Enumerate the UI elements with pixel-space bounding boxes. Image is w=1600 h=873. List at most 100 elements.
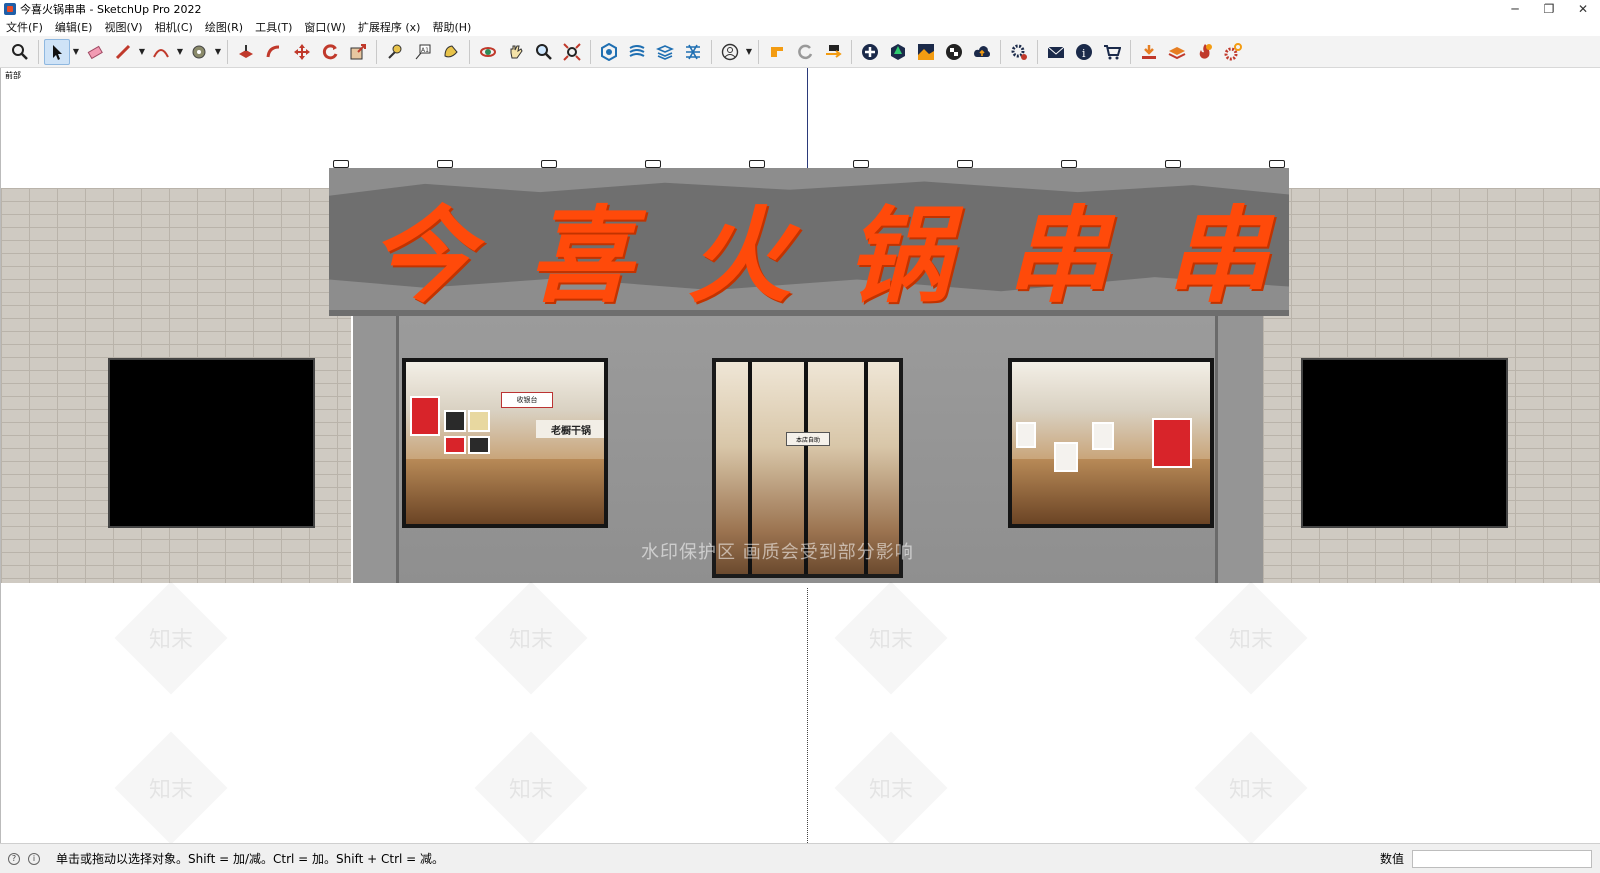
pencil-line-icon[interactable] [110, 39, 136, 65]
eraser-icon[interactable] [82, 39, 108, 65]
styles-icon[interactable] [624, 39, 650, 65]
spot-lamp [749, 160, 765, 168]
measurements-input[interactable] [1412, 849, 1592, 868]
toolbar-separator [376, 39, 377, 64]
toolbar-separator [851, 39, 852, 64]
mail-icon[interactable] [1043, 39, 1069, 65]
pan-icon[interactable] [503, 39, 529, 65]
kitchen-sign: 老橱干锅 [536, 420, 604, 438]
text-icon[interactable]: A1 [410, 39, 436, 65]
menu-edit[interactable]: 编辑(E) [49, 19, 99, 35]
minimize-button[interactable]: ─ [1498, 2, 1532, 16]
sketchup-app-icon [4, 3, 16, 15]
green-axis-dotted [807, 588, 808, 843]
chevron-down-icon[interactable]: ▼ [71, 39, 81, 65]
zoom-search-icon[interactable] [7, 39, 33, 65]
cart-icon[interactable] [1099, 39, 1125, 65]
account-icon[interactable] [717, 39, 743, 65]
orbit-icon[interactable] [475, 39, 501, 65]
spot-lamp [333, 160, 349, 168]
info-icon[interactable]: i [28, 852, 40, 865]
settings-icon[interactable] [1006, 39, 1032, 65]
tree-icon[interactable] [885, 39, 911, 65]
blue-axis-line [807, 68, 808, 168]
menu-help[interactable]: 帮助(H) [426, 19, 477, 35]
spot-lamp [437, 160, 453, 168]
watermark-text: 水印保护区 画质会受到部分影响 [641, 542, 914, 563]
export-icon[interactable] [820, 39, 846, 65]
rotate-icon[interactable] [317, 39, 343, 65]
move-icon[interactable] [289, 39, 315, 65]
toolbar-separator [758, 39, 759, 64]
zoom-extents-icon[interactable] [559, 39, 585, 65]
black-window-right [1301, 358, 1508, 528]
fire-icon[interactable] [1192, 39, 1218, 65]
wall-poster [1016, 422, 1036, 448]
geo-location-icon[interactable]: ? [8, 852, 20, 865]
vcb-label: 数值 [1379, 852, 1404, 866]
tape-measure-icon[interactable] [382, 39, 408, 65]
window-title: 今喜火锅串串 - SketchUp Pro 2022 [20, 3, 202, 16]
view-label: 前部 [5, 71, 21, 80]
menu-bar: 文件(F) 编辑(E) 视图(V) 相机(C) 绘图(R) 工具(T) 窗口(W… [0, 18, 1600, 36]
component-icon[interactable] [596, 39, 622, 65]
menu-window[interactable]: 窗口(W) [298, 19, 351, 35]
wall-poster [1092, 422, 1114, 450]
wall-poster [444, 436, 466, 454]
restore-button[interactable]: ❐ [1532, 2, 1566, 16]
signboard: 今 喜 火 锅 串 串 [329, 168, 1289, 317]
model-viewport[interactable]: 前部 今 喜 火 锅 串 串 收银台 老橱干锅 本店自助 水印保护区 画质会受到… [0, 68, 1600, 843]
spot-lamp [645, 160, 661, 168]
scenes-icon[interactable] [680, 39, 706, 65]
close-button[interactable]: ✕ [1566, 2, 1600, 16]
sign-char: 火 [687, 193, 792, 317]
spot-lamp [541, 160, 557, 168]
pillar-left [353, 316, 399, 583]
cloud-upload-icon[interactable] [969, 39, 995, 65]
menu-file[interactable]: 文件(F) [0, 19, 49, 35]
add-icon[interactable] [857, 39, 883, 65]
extension-warehouse-icon[interactable] [764, 39, 790, 65]
sketchup-window: 今喜火锅串串 - SketchUp Pro 2022 ─ ❐ ✕ 文件(F) 编… [0, 0, 1600, 873]
chevron-down-icon[interactable]: ▼ [744, 39, 754, 65]
sign-char: 串 [1164, 193, 1269, 317]
follow-me-icon[interactable] [261, 39, 287, 65]
title-bar: 今喜火锅串串 - SketchUp Pro 2022 ─ ❐ ✕ [0, 0, 1600, 18]
menu-extensions[interactable]: 扩展程序 (x) [352, 19, 427, 35]
watermark-logo: 知末 [868, 778, 914, 803]
zoom-icon[interactable] [531, 39, 557, 65]
black-window-left [108, 358, 315, 528]
toolbar-separator [227, 39, 228, 64]
info-icon[interactable]: i [1071, 39, 1097, 65]
layers-icon[interactable] [652, 39, 678, 65]
scale-icon[interactable] [345, 39, 371, 65]
import-icon[interactable] [1136, 39, 1162, 65]
menu-view[interactable]: 视图(V) [98, 19, 148, 35]
shop-window-right [1008, 358, 1214, 528]
chevron-down-icon[interactable]: ▼ [137, 39, 147, 65]
chevron-down-icon[interactable]: ▼ [213, 39, 223, 65]
sync-icon[interactable] [792, 39, 818, 65]
toolbar-separator [590, 39, 591, 64]
watermark-logo: 知末 [148, 778, 194, 803]
menu-tools[interactable]: 工具(T) [249, 19, 298, 35]
toolbar-separator [1130, 39, 1131, 64]
spot-lamp [1269, 160, 1285, 168]
spot-lamp [1061, 160, 1077, 168]
select-arrow-icon[interactable] [44, 38, 70, 65]
sandbox-icon[interactable] [1164, 39, 1190, 65]
terrain-icon[interactable] [913, 39, 939, 65]
checker-icon[interactable] [941, 39, 967, 65]
wall-poster [1054, 442, 1078, 472]
sign-char: 锅 [846, 193, 951, 317]
paint-bucket-icon[interactable] [186, 39, 212, 65]
spot-lamp [957, 160, 973, 168]
arc-icon[interactable] [148, 39, 174, 65]
menu-camera[interactable]: 相机(C) [149, 19, 199, 35]
paint-icon[interactable] [438, 39, 464, 65]
chevron-down-icon[interactable]: ▼ [175, 39, 185, 65]
toolbar-separator [469, 39, 470, 64]
gear-orange-icon[interactable] [1220, 39, 1246, 65]
push-pull-icon[interactable] [233, 39, 259, 65]
menu-draw[interactable]: 绘图(R) [199, 19, 249, 35]
